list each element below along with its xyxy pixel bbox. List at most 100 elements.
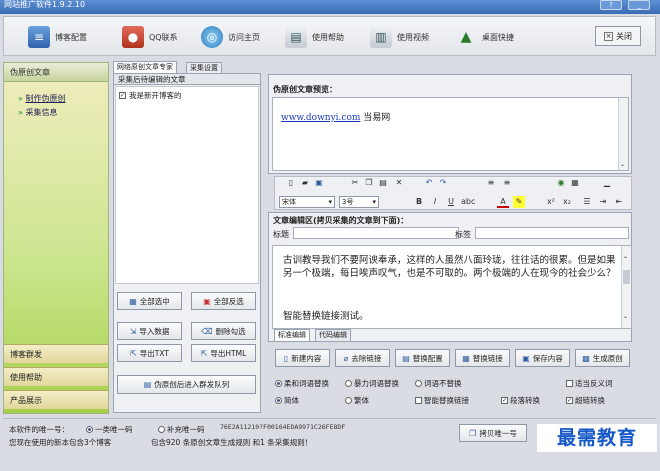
close-button[interactable]: × 关闭 <box>595 26 641 46</box>
replace-config-label: 替换配置 <box>412 353 443 363</box>
unique-code-field[interactable]: 76E2A11210?F00164EDA9971C26FE8DF <box>220 422 452 433</box>
strikethrough-icon[interactable]: abc <box>461 196 475 208</box>
desktop-shortcut-button[interactable]: ▲ 桌面快捷 <box>455 24 514 50</box>
soft-replace-radio[interactable]: 柔和词语替换 <box>275 378 329 389</box>
radio-label: 补充唯一码 <box>167 425 205 434</box>
config-icon: ▤ <box>402 353 410 363</box>
redo-icon[interactable]: ↷ <box>437 177 449 189</box>
table-icon[interactable]: ▦ <box>569 177 581 189</box>
nav-product-show[interactable]: 产品展示 <box>4 390 108 409</box>
font-color-icon[interactable]: A <box>497 196 509 208</box>
paragraph-checkbox[interactable]: ✓ 段落转换 <box>501 395 540 406</box>
forced-replace-radio[interactable]: 暴力词语替换 <box>345 378 399 389</box>
new-content-label: 新建内容 <box>291 353 322 363</box>
editor-scrollbar[interactable]: ⌃ ⌄ <box>621 246 631 328</box>
video-button[interactable]: ▥ 使用视频 <box>370 24 429 50</box>
preview-link[interactable]: www.downyi.com <box>281 113 360 123</box>
underline-icon[interactable]: U <box>445 196 457 208</box>
visit-home-button[interactable]: ◎ 访问主页 <box>201 24 260 50</box>
highlight-icon[interactable]: ✎ <box>513 196 525 208</box>
generate-label: 生成原创 <box>592 353 623 363</box>
export-html-button[interactable]: ⇱ 导出HTML <box>191 344 256 362</box>
new-content-button[interactable]: ▯ 新建内容 <box>275 349 330 367</box>
save-icon[interactable]: ▣ <box>313 177 325 189</box>
preview-content[interactable]: www.downyi.com 当易网 ⌄ <box>272 97 629 171</box>
nav-header[interactable]: 伪原创文章 <box>4 63 108 82</box>
save-content-button[interactable]: ▣ 保存内容 <box>515 349 570 367</box>
ordered-list-icon[interactable]: ☰ <box>581 196 593 208</box>
nav-item-make-original[interactable]: » 制作伪原创 <box>4 92 108 106</box>
close-icon: × <box>604 31 613 41</box>
superscript-icon[interactable]: x² <box>545 196 557 208</box>
list-item[interactable]: ✓ 我是新开博客的 <box>116 87 258 104</box>
primary-code-radio[interactable]: 一类唯一码 <box>86 424 133 435</box>
article-list[interactable]: ✓ 我是新开博客的 <box>115 86 259 284</box>
generate-original-button[interactable]: ▩ 生成原创 <box>575 349 630 367</box>
paste-icon[interactable]: ▤ <box>377 177 389 189</box>
font-name-select[interactable]: 宋体 ▾ <box>279 196 335 208</box>
secondary-code-radio[interactable]: 补充唯一码 <box>158 424 205 435</box>
no-replace-radio[interactable]: 词语不替换 <box>415 378 462 389</box>
traditional-radio[interactable]: 繁体 <box>345 395 369 406</box>
article-checkbox[interactable]: ✓ <box>119 92 126 99</box>
tab-code-edit[interactable]: 代码编辑 <box>315 329 351 341</box>
enqueue-broadcast-button[interactable]: ▤ 伪原创后进入群发队列 <box>117 375 256 394</box>
tab-original-expert[interactable]: 网络原创文章专家 <box>113 61 177 73</box>
smart-link-checkbox[interactable]: 智能替换链接 <box>415 395 469 406</box>
export-txt-button[interactable]: ⇱ 导出TXT <box>117 344 182 362</box>
align-center-icon[interactable]: ≡ <box>501 177 513 189</box>
open-folder-icon[interactable]: ▰ <box>299 177 311 189</box>
italic-icon[interactable]: I <box>429 196 441 208</box>
help-doc-icon: ▤ <box>285 26 307 48</box>
minimize-button[interactable]: _ <box>628 0 650 10</box>
contact-person-icon: ● <box>122 26 144 48</box>
left-nav-pane: 伪原创文章 » 制作伪原创 » 采集信息 博客群发 使用帮助 产品展示 <box>3 62 109 414</box>
undo-icon[interactable]: ↶ <box>423 177 435 189</box>
bold-icon[interactable]: B <box>413 196 425 208</box>
generate-icon: ▩ <box>582 353 590 363</box>
subscript-icon[interactable]: x₂ <box>561 196 573 208</box>
replace-config-button[interactable]: ▤ 替换配置 <box>395 349 450 367</box>
remove-links-button[interactable]: ⌀ 去除链接 <box>335 349 390 367</box>
outdent-icon[interactable]: ⇤ <box>613 196 625 208</box>
import-data-button[interactable]: ⇲ 导入数据 <box>117 322 182 340</box>
nav-usage-help[interactable]: 使用帮助 <box>4 367 108 386</box>
font-size-select[interactable]: 3号 ▾ <box>339 196 379 208</box>
copy-unique-id-button[interactable]: ❐ 拷贝唯一号 <box>459 424 527 442</box>
align-left-icon[interactable]: ≡ <box>485 177 497 189</box>
image-icon[interactable]: ◉ <box>555 177 567 189</box>
blog-config-button[interactable]: ≡ 博客配置 <box>28 24 87 50</box>
title-input[interactable] <box>293 227 459 239</box>
reverse-sense-checkbox[interactable]: 适当反义词 <box>566 378 613 389</box>
simplified-radio[interactable]: 简体 <box>275 395 299 406</box>
preview-scrollbar[interactable]: ⌄ <box>618 98 628 170</box>
nav-item-collect[interactable]: » 采集信息 <box>4 106 108 120</box>
delete-checked-button[interactable]: ⌫ 删除勾选 <box>191 322 256 340</box>
help-window-button[interactable]: ? <box>600 0 622 10</box>
article-body-text2: 智能替换链接测试。 <box>283 311 369 322</box>
arrow-icon: » <box>18 108 23 117</box>
tags-input[interactable] <box>475 227 629 239</box>
cut-icon[interactable]: ✂ <box>349 177 361 189</box>
video-label: 使用视频 <box>397 32 429 42</box>
help-button[interactable]: ▤ 使用帮助 <box>285 24 344 50</box>
copy-icon: ❐ <box>469 428 477 438</box>
nav-blog-broadcast[interactable]: 博客群发 <box>4 344 108 363</box>
copy-icon[interactable]: ❐ <box>363 177 375 189</box>
new-doc-icon[interactable]: ▯ <box>285 177 297 189</box>
tab-standard-edit[interactable]: 标准编辑 <box>274 329 310 341</box>
indent-icon[interactable]: ⇥ <box>597 196 609 208</box>
preview-panel: 伪原创文章预览： www.downyi.com 当易网 ⌄ <box>268 74 632 174</box>
hr-icon[interactable]: ▁ <box>601 177 613 189</box>
invert-select-button[interactable]: ▣ 全部反选 <box>191 292 256 310</box>
qq-contact-label: QQ联系 <box>149 32 178 42</box>
scroll-thumb[interactable] <box>623 270 630 284</box>
select-all-button[interactable]: ▦ 全部选中 <box>117 292 182 310</box>
hyperlink-checkbox[interactable]: ✓ 超链转换 <box>566 395 605 406</box>
delete-icon[interactable]: ✕ <box>393 177 405 189</box>
arrow-icon: » <box>18 94 23 103</box>
shortcut-label: 桌面快捷 <box>482 32 514 42</box>
article-body-editor[interactable]: 古训教导我们不要阿谀奉承，这样的人虽然八面玲珑，往往话的很累。但是如果另一个极端… <box>272 245 632 329</box>
replace-links-button[interactable]: ▦ 替换链接 <box>455 349 510 367</box>
qq-contact-button[interactable]: ● QQ联系 <box>122 24 178 50</box>
